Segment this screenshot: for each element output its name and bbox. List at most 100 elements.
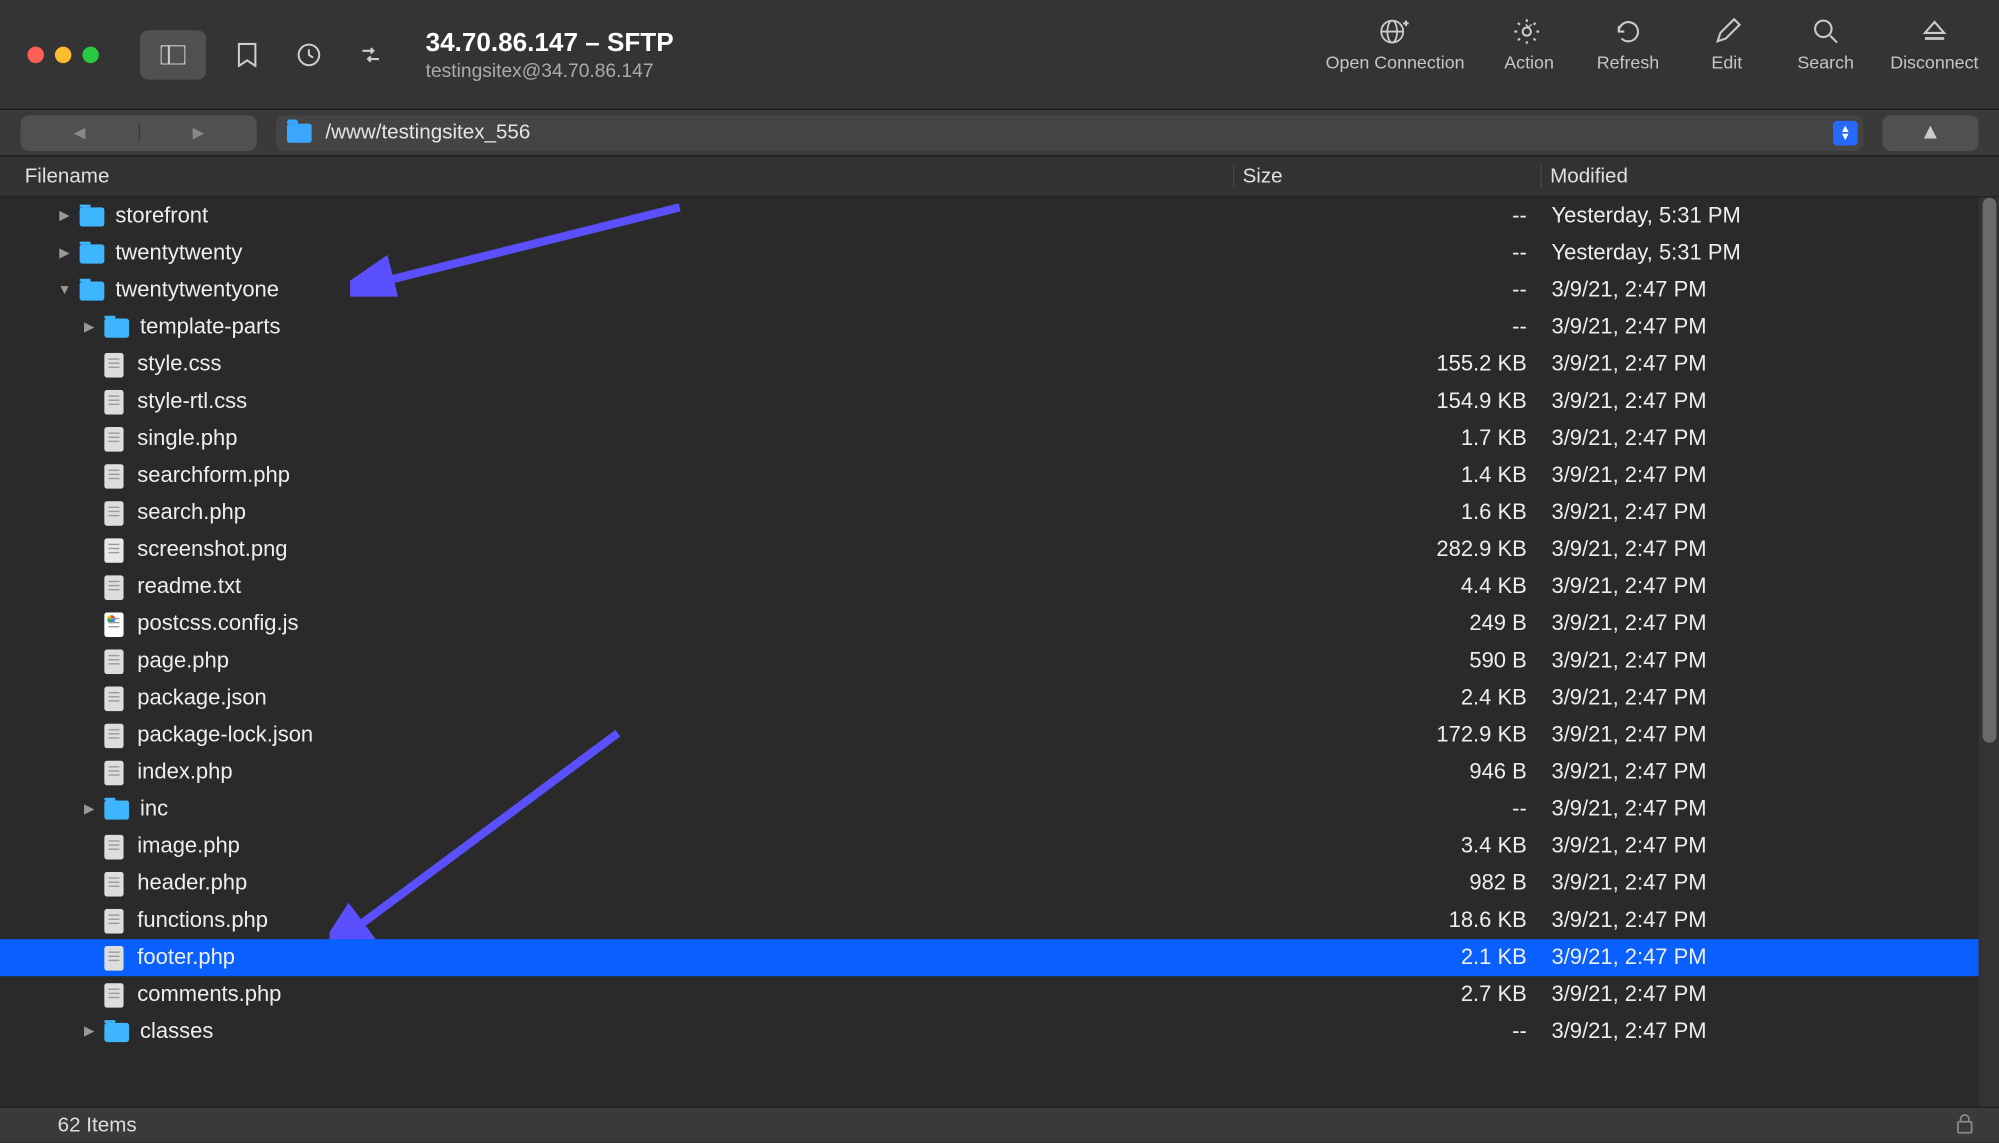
file-size: 154.9 KB (1233, 389, 1541, 414)
file-size: 2.1 KB (1233, 945, 1541, 970)
transfers-button[interactable] (350, 34, 391, 75)
file-size: -- (1233, 241, 1541, 266)
file-icon (104, 982, 123, 1007)
file-row[interactable]: ▶classes--3/9/21, 2:47 PM (0, 1013, 1999, 1050)
file-row[interactable]: search.php1.6 KB3/9/21, 2:47 PM (0, 494, 1999, 531)
file-modified: 3/9/21, 2:47 PM (1541, 649, 1999, 674)
refresh-label: Refresh (1597, 52, 1660, 73)
file-name: package.json (137, 686, 266, 711)
column-size[interactable]: Size (1233, 165, 1541, 188)
file-row[interactable]: package.json2.4 KB3/9/21, 2:47 PM (0, 680, 1999, 717)
column-modified[interactable]: Modified (1541, 165, 1999, 188)
file-size: 172.9 KB (1233, 723, 1541, 748)
folder-icon (287, 123, 312, 142)
file-name: inc (140, 797, 168, 822)
disclosure-triangle (80, 468, 99, 483)
history-button[interactable] (288, 34, 329, 75)
transfers-icon (357, 42, 384, 67)
file-icon (104, 575, 123, 600)
folder-icon (104, 318, 129, 337)
file-row[interactable]: ▼twentytwentyone--3/9/21, 2:47 PM (0, 272, 1999, 309)
file-row[interactable]: single.php1.7 KB3/9/21, 2:47 PM (0, 420, 1999, 457)
scrollbar[interactable] (1978, 198, 1999, 1107)
path-dropdown-icon[interactable]: ▲▼ (1833, 120, 1858, 145)
file-modified: 3/9/21, 2:47 PM (1541, 834, 1999, 859)
file-row[interactable]: ▶inc--3/9/21, 2:47 PM (0, 791, 1999, 828)
file-row[interactable]: comments.php2.7 KB3/9/21, 2:47 PM (0, 976, 1999, 1013)
close-window[interactable] (27, 46, 43, 62)
disconnect-label: Disconnect (1890, 52, 1978, 73)
disclosure-triangle (80, 357, 99, 372)
eject-icon (1919, 16, 1949, 46)
file-icon (104, 908, 123, 933)
lock-icon (1955, 1111, 1974, 1138)
window-controls (0, 46, 99, 62)
file-row[interactable]: ▶template-parts--3/9/21, 2:47 PM (0, 309, 1999, 346)
file-row[interactable]: style.css155.2 KB3/9/21, 2:47 PM (0, 346, 1999, 383)
disclosure-triangle[interactable]: ▶ (80, 802, 99, 817)
open-connection-button[interactable]: Open Connection (1326, 11, 1465, 73)
file-size: 155.2 KB (1233, 352, 1541, 377)
minimize-window[interactable] (55, 46, 71, 62)
file-modified: 3/9/21, 2:47 PM (1541, 612, 1999, 637)
disclosure-triangle[interactable]: ▼ (55, 283, 74, 298)
file-row[interactable]: readme.txt4.4 KB3/9/21, 2:47 PM (0, 568, 1999, 605)
nav-history: ◀ ▶ (21, 115, 257, 151)
maximize-window[interactable] (82, 46, 98, 62)
path-text: /www/testingsitex_556 (325, 121, 530, 144)
js-file-icon (104, 612, 123, 637)
file-row[interactable]: image.php 3.4 KB3/9/21, 2:47 PM (0, 828, 1999, 865)
disclosure-triangle[interactable]: ▶ (55, 246, 74, 261)
column-filename[interactable]: Filename (0, 165, 1233, 188)
file-icon (104, 871, 123, 896)
file-row[interactable]: ▶storefront--Yesterday, 5:31 PM (0, 198, 1999, 235)
refresh-icon (1613, 16, 1643, 46)
file-size: 590 B (1233, 649, 1541, 674)
nav-back-button[interactable]: ◀ (21, 124, 139, 142)
file-icon (104, 760, 123, 785)
toggle-sidebar-button[interactable] (140, 30, 206, 79)
file-modified: 3/9/21, 2:47 PM (1541, 315, 1999, 340)
file-row[interactable]: footer.php2.1 KB3/9/21, 2:47 PM (0, 939, 1999, 976)
bookmark-icon (236, 42, 258, 67)
file-size: 3.4 KB (1233, 834, 1541, 859)
search-button[interactable]: Search (1791, 11, 1860, 73)
disclosure-triangle[interactable]: ▶ (55, 209, 74, 224)
file-row[interactable]: functions.php18.6 KB3/9/21, 2:47 PM (0, 902, 1999, 939)
file-row[interactable]: package-lock.json172.9 KB3/9/21, 2:47 PM (0, 717, 1999, 754)
bookmarks-button[interactable] (227, 34, 268, 75)
disclosure-triangle (80, 691, 99, 706)
file-row[interactable]: page.php590 B3/9/21, 2:47 PM (0, 643, 1999, 680)
file-name: image.php (137, 834, 240, 859)
go-up-button[interactable]: ▲ (1882, 115, 1978, 151)
disclosure-triangle[interactable]: ▶ (80, 320, 99, 335)
file-size: -- (1233, 315, 1541, 340)
file-row[interactable]: index.php946 B3/9/21, 2:47 PM (0, 754, 1999, 791)
file-row[interactable]: searchform.php1.4 KB3/9/21, 2:47 PM (0, 457, 1999, 494)
path-field[interactable]: /www/testingsitex_556 ▲▼ (276, 115, 1863, 151)
action-button[interactable]: Action (1495, 11, 1564, 73)
file-row[interactable]: postcss.config.js249 B3/9/21, 2:47 PM (0, 605, 1999, 642)
file-name: index.php (137, 760, 232, 785)
edit-button[interactable]: Edit (1692, 11, 1761, 73)
file-row[interactable]: header.php982 B3/9/21, 2:47 PM (0, 865, 1999, 902)
disclosure-triangle[interactable]: ▶ (80, 1024, 99, 1039)
file-name: functions.php (137, 908, 268, 933)
file-modified: 3/9/21, 2:47 PM (1541, 871, 1999, 896)
disclosure-triangle (80, 616, 99, 631)
disclosure-triangle (80, 987, 99, 1002)
titlebar: 34.70.86.147 – SFTP testingsitex@34.70.8… (0, 0, 1999, 110)
file-modified: 3/9/21, 2:47 PM (1541, 797, 1999, 822)
file-name: header.php (137, 871, 247, 896)
disclosure-triangle (80, 394, 99, 409)
refresh-button[interactable]: Refresh (1594, 11, 1663, 73)
file-size: 1.4 KB (1233, 463, 1541, 488)
file-row[interactable]: screenshot.png282.9 KB3/9/21, 2:47 PM (0, 531, 1999, 568)
scrollbar-thumb[interactable] (1983, 198, 1997, 743)
file-name: package-lock.json (137, 723, 313, 748)
nav-forward-button[interactable]: ▶ (139, 124, 257, 142)
file-name: twentytwenty (115, 241, 242, 266)
disconnect-button[interactable]: Disconnect (1890, 11, 1978, 73)
file-row[interactable]: style-rtl.css154.9 KB3/9/21, 2:47 PM (0, 383, 1999, 420)
file-row[interactable]: ▶twentytwenty--Yesterday, 5:31 PM (0, 235, 1999, 272)
